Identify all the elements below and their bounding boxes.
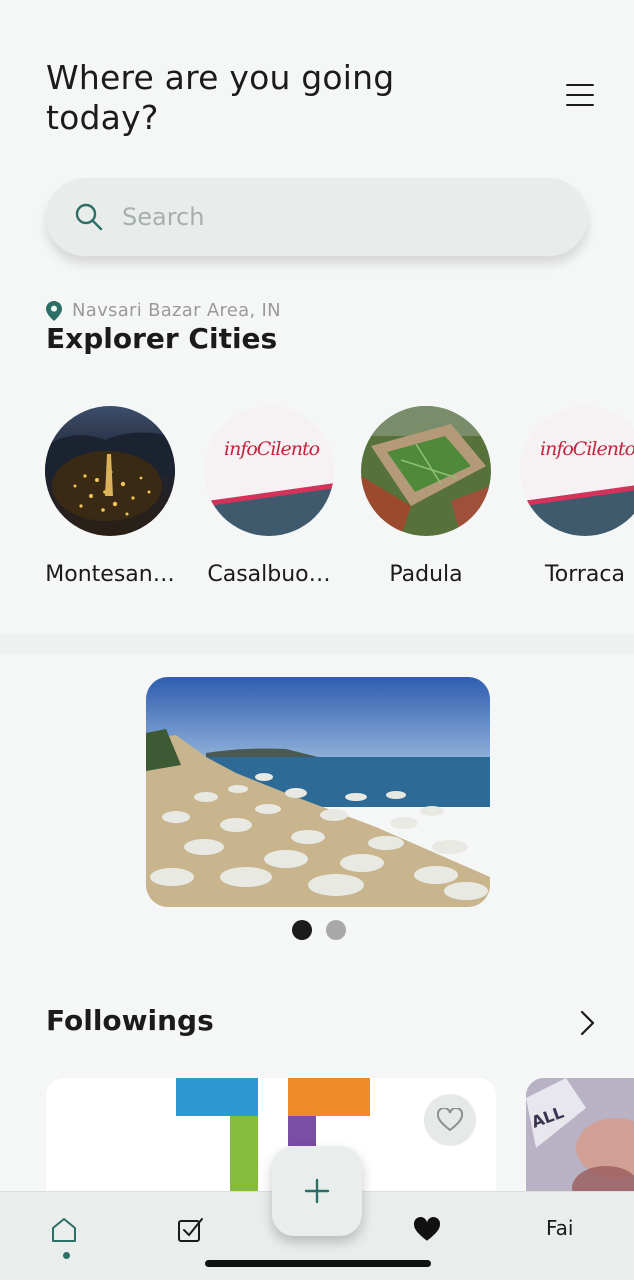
active-tab-indicator bbox=[63, 1252, 70, 1259]
city-card-padula[interactable]: Padula bbox=[361, 406, 491, 587]
banner-pagination bbox=[292, 920, 346, 940]
pagination-dot-active[interactable] bbox=[292, 920, 312, 940]
logo-text: infoCilento bbox=[540, 438, 634, 460]
location-text: Navsari Bazar Area, IN bbox=[72, 300, 281, 321]
nav-home[interactable] bbox=[44, 1210, 84, 1250]
add-button[interactable] bbox=[272, 1146, 362, 1236]
cities-carousel[interactable]: Montesan… infoCilento Casalbuo… Padula i… bbox=[0, 406, 634, 596]
menu-button[interactable] bbox=[566, 84, 594, 110]
heart-icon bbox=[414, 1217, 440, 1241]
location-pin-icon bbox=[46, 300, 62, 321]
menu-icon bbox=[566, 84, 594, 86]
beach-umbrellas-image bbox=[146, 677, 490, 907]
city-name: Casalbuo… bbox=[207, 562, 331, 587]
explorer-cities-title: Explorer Cities bbox=[46, 322, 278, 355]
city-card-casalbuono[interactable]: infoCilento Casalbuo… bbox=[204, 406, 334, 587]
city-name: Padula bbox=[389, 562, 463, 587]
followings-title: Followings bbox=[46, 1004, 214, 1037]
current-location: Navsari Bazar Area, IN bbox=[46, 300, 281, 321]
search-input[interactable] bbox=[122, 203, 522, 231]
search-icon bbox=[75, 203, 103, 231]
city-card-montesano[interactable]: Montesan… bbox=[45, 406, 175, 587]
favorite-button[interactable] bbox=[424, 1094, 476, 1146]
city-name: Torraca bbox=[545, 562, 625, 587]
pagination-dot[interactable] bbox=[326, 920, 346, 940]
home-icon bbox=[52, 1218, 76, 1242]
nav-tasks[interactable] bbox=[170, 1210, 210, 1250]
checkbox-icon bbox=[178, 1218, 203, 1242]
infocilento-logo: infoCilento bbox=[204, 406, 334, 536]
city-image bbox=[361, 406, 491, 536]
search-bar[interactable] bbox=[46, 178, 588, 256]
heart-outline-icon bbox=[437, 1108, 463, 1132]
page-header: Where are you going today? bbox=[46, 58, 466, 138]
nav-fai[interactable]: Fai bbox=[546, 1216, 573, 1240]
home-indicator bbox=[205, 1260, 431, 1267]
infocilento-logo: infoCilento bbox=[520, 406, 634, 536]
plus-icon bbox=[304, 1178, 330, 1204]
nav-favorites[interactable] bbox=[407, 1210, 447, 1250]
city-card-torraca[interactable]: infoCilento Torraca bbox=[520, 406, 634, 587]
featured-banner[interactable] bbox=[146, 677, 490, 907]
city-name: Montesan… bbox=[45, 562, 175, 587]
section-divider bbox=[0, 634, 634, 654]
logo-text: infoCilento bbox=[224, 438, 320, 460]
chevron-right-icon[interactable] bbox=[574, 1008, 600, 1038]
page-title: Where are you going today? bbox=[46, 58, 395, 137]
city-image bbox=[45, 406, 175, 536]
